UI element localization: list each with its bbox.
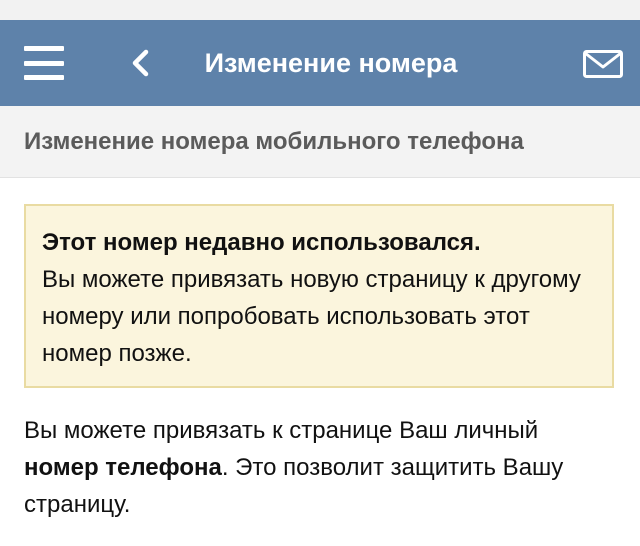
info-text-before: Вы можете привязать к странице Ваш личны… [24, 417, 539, 444]
section-title: Изменение номера мобильного телефона [24, 128, 524, 155]
warning-notice: Этот номер недавно использовался. Вы мож… [24, 204, 614, 388]
status-bar [0, 0, 640, 20]
notice-title: Этот номер недавно использовался. [42, 229, 481, 256]
navbar: Изменение номера [0, 20, 640, 106]
page-title: Изменение номера [204, 48, 458, 78]
section-header: Изменение номера мобильного телефона [0, 106, 640, 178]
mail-icon[interactable] [583, 50, 623, 78]
info-text-bold: номер телефона [24, 454, 222, 481]
notice-text: Вы можете привязать новую страницу к дру… [42, 266, 581, 367]
info-text: Вы можете привязать к странице Ваш личны… [24, 412, 610, 523]
